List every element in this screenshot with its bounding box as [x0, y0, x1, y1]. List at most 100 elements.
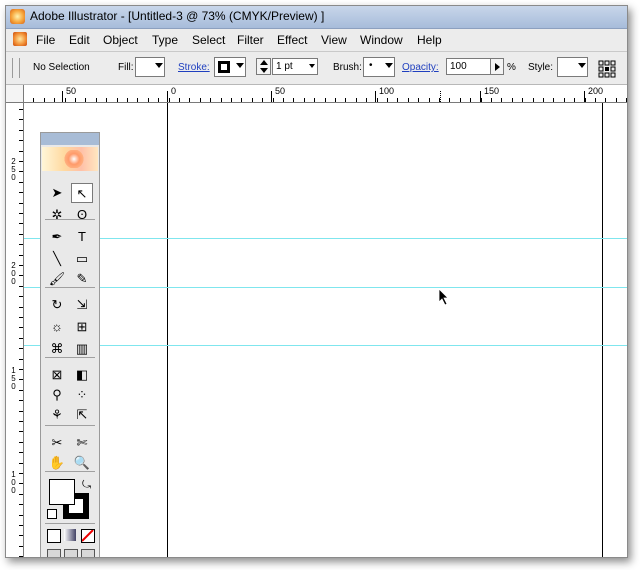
stroke-swatch-dropdown[interactable] [214, 57, 246, 77]
stepper-up-icon [260, 60, 268, 65]
direct-selection-tool-icon: ↖ [76, 186, 88, 201]
guide-line[interactable] [24, 287, 627, 288]
pen-tool-icon: ✒ [51, 229, 63, 244]
ruler-origin-corner[interactable] [6, 85, 24, 103]
artboard-left-edge [167, 103, 168, 557]
column-graph-tool[interactable]: ▥ [71, 339, 93, 359]
live-paint-selection-tool[interactable]: ⇱ [71, 405, 93, 425]
line-segment-tool[interactable]: ╲ [46, 249, 68, 269]
scissors-tool[interactable]: ✄ [71, 433, 93, 453]
direct-selection-tool[interactable]: ↖ [71, 183, 93, 203]
control-bar-grip[interactable] [12, 58, 20, 78]
fill-color-swatch[interactable] [49, 479, 75, 505]
none-mode-icon[interactable] [81, 529, 95, 543]
mouse-cursor-icon [438, 288, 449, 306]
color-mode-icon[interactable] [47, 529, 61, 543]
slice-tool-icon: ✂ [51, 435, 63, 450]
opacity-unit: % [507, 62, 516, 73]
vertical-ruler[interactable]: 250 200 150 100 [6, 103, 24, 557]
menu-edit[interactable]: Edit [69, 33, 90, 47]
tools-panel: ➤ ↖ ✲ ʘ ✒ T ╲ ▭ 🖌 ✎ ↻ ⇲ ☼ ⊞ ⌘ ▥ ⊠ ◧ ⚲ ⁘ ⚘ ⇱ ✂ ✄ ✋ 🔍 ⤿ [40, 132, 100, 557]
tools-panel-header[interactable] [41, 133, 99, 145]
menu-bar: File Edit Object Type Select Filter Effe… [6, 29, 627, 52]
menu-help[interactable]: Help [417, 33, 442, 47]
scale-tool[interactable]: ⇲ [71, 295, 93, 315]
brush-dropdown[interactable]: • [363, 57, 395, 77]
style-dropdown[interactable] [557, 57, 588, 77]
gradient-mode-icon[interactable] [64, 529, 76, 541]
live-paint-bucket-tool[interactable]: ⚘ [46, 405, 68, 425]
selection-tool[interactable]: ➤ [46, 183, 68, 203]
stroke-weight-stepper[interactable] [256, 58, 271, 75]
opacity-link[interactable]: Opacity: [402, 62, 439, 73]
menu-type[interactable]: Type [152, 33, 178, 47]
warp-tool[interactable]: ☼ [46, 317, 68, 337]
menu-select[interactable]: Select [192, 33, 225, 47]
artboard-canvas[interactable] [24, 103, 627, 557]
ruler-label-50-left: 50 [66, 86, 77, 96]
menu-filter[interactable]: Filter [237, 33, 264, 47]
blend-tool[interactable]: ⁘ [71, 385, 93, 405]
menu-file[interactable]: File [36, 33, 55, 47]
chevron-down-icon [309, 64, 315, 68]
pencil-tool[interactable]: ✎ [71, 269, 93, 289]
menu-object[interactable]: Object [103, 33, 138, 47]
control-bar: No Selection Fill: Stroke: 1 pt Brush: •… [6, 52, 627, 85]
type-tool[interactable]: T [71, 227, 93, 247]
toolbox-divider [45, 357, 95, 358]
hand-tool-icon: ✋ [48, 455, 66, 470]
mesh-tool[interactable]: ⊠ [46, 365, 68, 385]
opacity-field[interactable]: 100 [446, 58, 504, 75]
symbol-sprayer-tool[interactable]: ⌘ [46, 339, 68, 359]
ruler-label-0: 0 [171, 86, 177, 96]
rotate-tool[interactable]: ↻ [46, 295, 68, 315]
title-bar: Adobe Illustrator - [Untitled-3 @ 73% (C… [6, 6, 627, 29]
artboard-right-edge [602, 103, 603, 557]
selection-tool-icon: ➤ [51, 185, 63, 200]
ruler-label-100: 100 [379, 86, 395, 96]
default-colors-icon[interactable] [47, 509, 57, 519]
swap-fill-stroke-icon[interactable]: ⤿ [82, 479, 91, 492]
vruler-label-200: 200 [9, 261, 18, 285]
pen-tool[interactable]: ✒ [46, 227, 68, 247]
hand-tool[interactable]: ✋ [46, 453, 68, 473]
toolbox-divider [45, 523, 95, 524]
free-transform-tool[interactable]: ⊞ [71, 317, 93, 337]
zoom-tool[interactable]: 🔍 [71, 453, 93, 473]
standard-screen-mode-icon[interactable] [47, 549, 61, 557]
paintbrush-tool[interactable]: 🖌 [46, 269, 68, 289]
column-graph-tool-icon: ▥ [75, 341, 89, 356]
fill-swatch-dropdown[interactable] [135, 57, 165, 77]
guide-line[interactable] [24, 238, 627, 239]
align-options-icon[interactable] [598, 60, 616, 78]
slice-tool[interactable]: ✂ [46, 433, 68, 453]
full-screen-mode-icon[interactable] [81, 549, 95, 557]
blend-tool-icon: ⁘ [76, 387, 88, 402]
brush-value: • [369, 60, 373, 71]
document-menu-icon[interactable] [13, 32, 27, 46]
full-screen-menu-mode-icon[interactable] [64, 549, 78, 557]
lasso-tool[interactable]: ʘ [71, 205, 93, 225]
chevron-down-icon [578, 63, 586, 68]
menu-effect[interactable]: Effect [277, 33, 307, 47]
gradient-tool[interactable]: ◧ [71, 365, 93, 385]
stroke-link[interactable]: Stroke: [178, 62, 210, 73]
opacity-value: 100 [450, 61, 467, 72]
rectangle-tool[interactable]: ▭ [71, 249, 93, 269]
zoom-tool-icon: 🔍 [73, 455, 91, 470]
paintbrush-tool-icon: 🖌 [48, 271, 66, 286]
horizontal-ruler[interactable]: 50 0 50 100 150 200 [6, 85, 627, 103]
eyedropper-tool[interactable]: ⚲ [46, 385, 68, 405]
toolbox-divider [45, 425, 95, 426]
magic-wand-tool[interactable]: ✲ [46, 205, 68, 225]
opacity-slider-button[interactable] [490, 59, 503, 74]
guide-line[interactable] [24, 345, 627, 346]
toolbox-divider [45, 219, 95, 220]
pencil-tool-icon: ✎ [76, 271, 88, 286]
menu-window[interactable]: Window [360, 33, 403, 47]
symbol-sprayer-tool-icon: ⌘ [50, 341, 64, 356]
stroke-weight-field[interactable]: 1 pt [272, 58, 318, 75]
menu-view[interactable]: View [321, 33, 347, 47]
rectangle-tool-icon: ▭ [75, 251, 89, 266]
stroke-weight-value: 1 pt [276, 61, 293, 72]
